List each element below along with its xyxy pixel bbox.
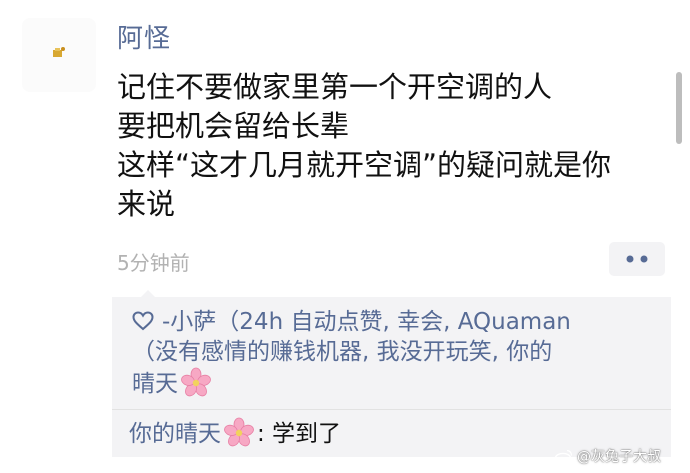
likes-names[interactable]: 晴天: [132, 371, 178, 397]
scrollbar-thumb[interactable]: [676, 72, 682, 144]
likes-list: -小萨（24h 自动点赞, 幸会, AQuaman （没有感情的赚钱机器, 我没…: [132, 307, 660, 399]
feedback-panel: -小萨（24h 自动点赞, 幸会, AQuaman （没有感情的赚钱机器, 我没…: [112, 297, 671, 457]
post-timestamp: 5分钟前: [117, 251, 190, 275]
likes-line: -小萨（24h 自动点赞, 幸会, AQuaman: [132, 307, 660, 337]
comment-author[interactable]: 你的晴天: [129, 421, 221, 447]
post-text: 记住不要做家里第一个开空调的人 要把机会留给长辈 这样“这才几月就开空调”的疑问…: [117, 68, 677, 224]
avatar[interactable]: [22, 18, 96, 92]
divider: [112, 409, 671, 410]
heart-outline-icon: [132, 311, 154, 331]
comment-text: : 学到了: [257, 421, 342, 447]
post-line: 记住不要做家里第一个开空调的人: [117, 70, 553, 104]
post-line: 来说: [117, 187, 176, 221]
author-name[interactable]: 阿怪: [117, 18, 171, 55]
likes-names[interactable]: -小萨（24h 自动点赞, 幸会, AQuaman: [162, 309, 571, 335]
post-line: 要把机会留给长辈: [117, 109, 350, 143]
cherry-blossom-icon: [181, 367, 211, 397]
watermark: @灰兔子大叔: [555, 446, 661, 466]
post-line: 这样“这才几月就开空调”的疑问就是你: [117, 148, 612, 182]
weibo-icon: [555, 449, 573, 463]
cherry-blossom-icon: [224, 417, 254, 447]
likes-line[interactable]: （没有感情的赚钱机器, 我没开玩笑, 你的: [132, 337, 660, 367]
avatar-logo-icon: [53, 47, 65, 57]
comment-item[interactable]: 你的晴天 : 学到了: [129, 417, 341, 449]
likes-line: 晴天: [132, 367, 660, 399]
more-dots-icon: [626, 255, 648, 263]
watermark-text: @灰兔子大叔: [577, 449, 661, 465]
more-actions-button[interactable]: [609, 242, 665, 276]
